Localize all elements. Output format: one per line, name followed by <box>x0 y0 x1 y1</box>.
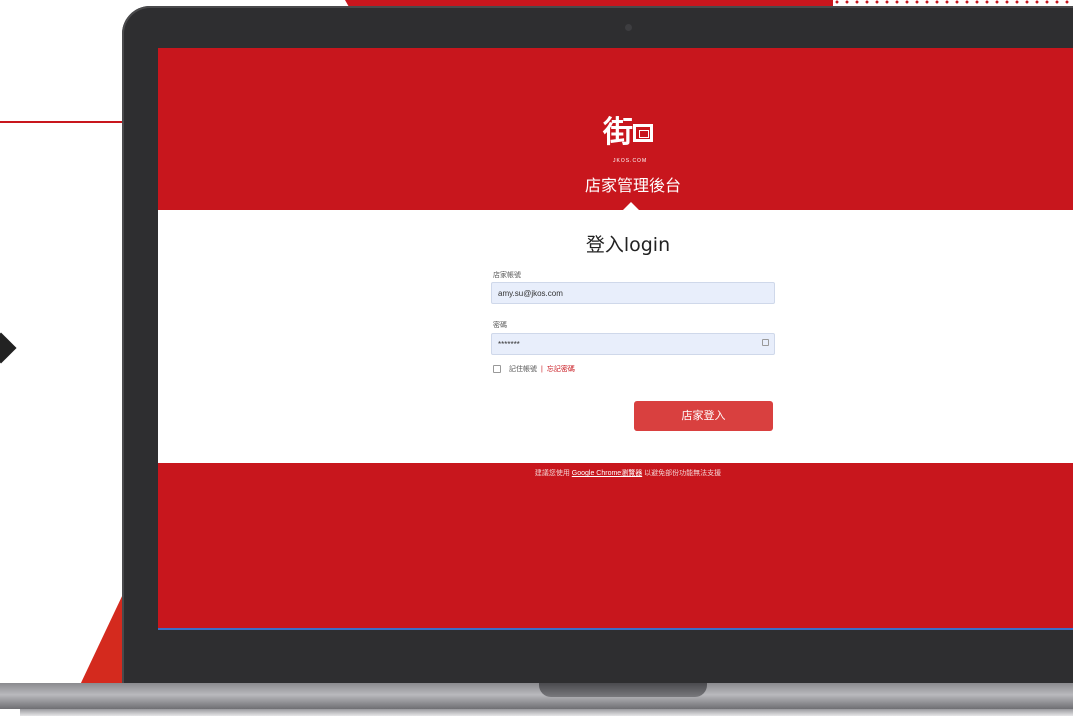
key-icon[interactable] <box>762 339 769 346</box>
forgot-separator: | <box>541 365 543 373</box>
login-title: 登入login <box>585 234 671 256</box>
browser-notice-suffix: 以避免部份功能無法支援 <box>644 470 722 477</box>
remember-row: 記住帳號 | 忘記密碼 <box>493 364 575 374</box>
screen-bottom-line <box>158 628 1073 630</box>
decorative-arrow-icon <box>0 332 17 364</box>
logo-subtitle: JKOS.COM <box>613 158 648 164</box>
laptop-base <box>0 683 1073 709</box>
logo-mark-text: 街 <box>603 115 633 150</box>
page-header-title: 店家管理後台 <box>584 176 681 195</box>
login-panel: 登入login 店家帳號 密碼 記住帳號 | 忘記密碼 店家登入 <box>158 210 1073 463</box>
laptop-base-shadow <box>20 709 1073 716</box>
password-input[interactable] <box>491 333 775 355</box>
login-button[interactable]: 店家登入 <box>634 401 773 431</box>
browser-notice-prefix: 建議您使用 <box>534 470 570 477</box>
logo-box-icon <box>633 124 653 142</box>
remember-label[interactable]: 記住帳號 <box>509 364 537 374</box>
camera-icon <box>625 24 632 31</box>
laptop-notch <box>539 683 707 697</box>
account-label: 店家帳號 <box>493 272 521 279</box>
remember-checkbox[interactable] <box>493 365 501 373</box>
jkos-logo-icon: 街 <box>603 118 653 148</box>
chrome-download-link[interactable]: Google Chrome瀏覽器 <box>572 470 642 477</box>
panel-pointer <box>623 202 639 210</box>
browser-notice: 建議您使用 Google Chrome瀏覽器 以避免部份功能無法支援 <box>158 468 1073 478</box>
marketing-scene: 街 JKOS.COM 店家管理後台 登入login 店家帳號 密碼 記住帳號 |… <box>0 0 1073 716</box>
password-label: 密碼 <box>493 322 507 329</box>
account-input[interactable] <box>491 282 775 304</box>
forgot-password-link[interactable]: 忘記密碼 <box>547 364 575 374</box>
laptop-screen: 街 JKOS.COM 店家管理後台 登入login 店家帳號 密碼 記住帳號 |… <box>158 48 1073 630</box>
